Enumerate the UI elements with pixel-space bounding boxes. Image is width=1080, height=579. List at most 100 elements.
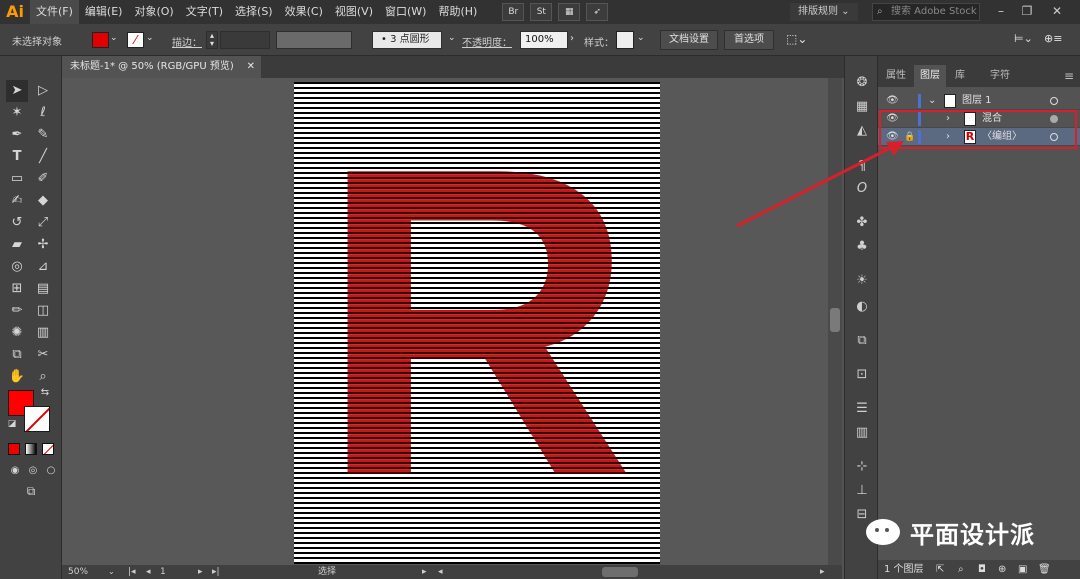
delete-icon[interactable]: 🗑 xyxy=(1038,560,1051,579)
workspace-switcher[interactable]: 排版规则 ⌄ xyxy=(790,3,858,21)
shaper-tool-icon[interactable]: ✍ xyxy=(6,190,28,212)
panel-menu-icon[interactable]: ≡ xyxy=(1060,65,1078,87)
eyedropper-tool-icon[interactable]: ✏ xyxy=(6,300,28,322)
stroke-dropdown-icon[interactable]: ⌄ xyxy=(146,33,154,43)
bridge-button[interactable]: Br xyxy=(502,3,525,21)
hand-tool-icon[interactable]: ✋ xyxy=(6,366,28,388)
image-trace-icon[interactable]: ◭ xyxy=(852,122,872,140)
mesh-tool-icon[interactable]: ⊞ xyxy=(6,278,28,300)
column-graph-tool-icon[interactable]: ▥ xyxy=(32,322,54,344)
opacity-label[interactable]: 不透明度： xyxy=(462,34,512,49)
transform-panel-icon[interactable]: ⊹ xyxy=(852,458,872,476)
fill-dropdown-icon[interactable]: ⌄ xyxy=(110,33,118,43)
menu-view[interactable]: 视图(V) xyxy=(329,0,379,24)
locate-object-icon[interactable]: ⌕ xyxy=(958,560,964,579)
tab-properties[interactable]: 属性 xyxy=(880,65,912,87)
direct-selection-tool-icon[interactable]: ▷ xyxy=(32,80,54,102)
blend-tool-icon[interactable]: ◫ xyxy=(32,300,54,322)
zoom-level[interactable]: 50% xyxy=(68,565,88,579)
gradient-panel-icon[interactable]: ▥ xyxy=(852,424,872,442)
brushes-icon[interactable]: ✤ xyxy=(852,214,872,232)
preferences-button[interactable]: 首选项 xyxy=(724,30,774,50)
screen-mode-icon[interactable]: ⧉ xyxy=(20,480,42,502)
select-similar-icon[interactable]: ⬚⌄ xyxy=(786,32,807,46)
fill-swatch[interactable] xyxy=(92,32,109,48)
menu-effect[interactable]: 效果(C) xyxy=(279,0,329,24)
layer-row-1[interactable]: 👁 ⌄ 图层 1 xyxy=(878,92,1080,110)
gpu-performance-icon[interactable]: ➶ xyxy=(586,3,609,21)
color-guide-icon[interactable]: ❂ xyxy=(852,74,872,92)
scale-tool-icon[interactable]: ⤢ xyxy=(32,212,54,234)
zoom-dropdown-icon[interactable]: ⌄ xyxy=(108,565,115,579)
menu-edit[interactable]: 编辑(E) xyxy=(79,0,129,24)
document-setup-button[interactable]: 文档设置 xyxy=(660,30,718,50)
menu-type[interactable]: 文字(T) xyxy=(180,0,229,24)
paragraph-icon[interactable]: ¶ xyxy=(852,158,872,176)
opacity-arrow-icon[interactable]: › xyxy=(570,33,574,44)
curvature-tool-icon[interactable]: ✎ xyxy=(32,124,54,146)
paintbrush-tool-icon[interactable]: ✐ xyxy=(32,168,54,190)
stock-button[interactable]: St xyxy=(530,3,553,21)
slice-tool-icon[interactable]: ✂ xyxy=(32,344,54,366)
menu-select[interactable]: 选择(S) xyxy=(229,0,279,24)
swap-colors-icon[interactable]: ⇆ xyxy=(38,386,52,400)
stroke-weight-stepper[interactable]: ▴ ▾ xyxy=(206,31,218,49)
none-mode-icon[interactable] xyxy=(42,443,54,455)
stock-search-input[interactable]: ⌕ 搜索 Adobe Stock xyxy=(872,3,980,21)
horizontal-scroll-thumb[interactable] xyxy=(602,567,638,577)
stroke-label[interactable]: 描边： xyxy=(172,34,202,49)
tab-layers[interactable]: 图层 xyxy=(914,65,946,87)
status-menu-icon[interactable]: ▸ xyxy=(422,565,427,579)
selection-tool-icon[interactable]: ➤ xyxy=(6,80,28,102)
symbols-icon[interactable]: ♣ xyxy=(852,238,872,256)
stroke-weight-field[interactable] xyxy=(220,31,270,49)
puppet-warp-tool-icon[interactable]: ✢ xyxy=(32,234,54,256)
stroke-color-box[interactable] xyxy=(24,406,50,432)
menu-object[interactable]: 对象(O) xyxy=(128,0,179,24)
perspective-grid-tool-icon[interactable]: ⊿ xyxy=(32,256,54,278)
export-icon[interactable]: ⇱ xyxy=(936,560,944,579)
symbol-sprayer-tool-icon[interactable]: ✺ xyxy=(6,322,28,344)
transform-icon[interactable]: ⊕≡ xyxy=(1044,32,1062,45)
appearance-icon[interactable]: ☀ xyxy=(852,272,872,290)
first-artboard-icon[interactable]: |◂ xyxy=(128,565,136,579)
collapse-chevron-icon[interactable]: ⌄ xyxy=(928,92,936,110)
scroll-thumb[interactable] xyxy=(830,308,840,332)
lasso-tool-icon[interactable]: ℓ xyxy=(32,102,54,124)
minimize-button[interactable]: – xyxy=(988,2,1014,20)
opentype-icon[interactable]: O xyxy=(852,180,872,198)
gradient-mode-icon[interactable] xyxy=(25,443,37,455)
last-artboard-icon[interactable]: ▸| xyxy=(212,565,220,579)
line-tool-icon[interactable]: ╱ xyxy=(32,146,54,168)
stroke-panel-icon[interactable]: ☰ xyxy=(852,400,872,418)
visibility-eye-icon[interactable]: 👁 xyxy=(886,92,899,110)
style-swatch[interactable] xyxy=(616,31,634,49)
close-tab-icon[interactable]: ✕ xyxy=(247,56,255,78)
brush-dropdown-icon[interactable]: ⌄ xyxy=(448,33,456,43)
new-sublayer-icon[interactable]: ⊕ xyxy=(998,560,1006,579)
width-tool-icon[interactable]: ▰ xyxy=(6,234,28,256)
eraser-tool-icon[interactable]: ◆ xyxy=(32,190,54,212)
pen-tool-icon[interactable]: ✒ xyxy=(6,124,28,146)
magic-wand-tool-icon[interactable]: ✶ xyxy=(6,102,28,124)
tab-libraries[interactable]: 库 xyxy=(948,65,972,87)
rectangle-tool-icon[interactable]: ▭ xyxy=(6,168,28,190)
default-colors-icon[interactable]: ◪ xyxy=(6,418,18,430)
draw-inside-icon[interactable]: ○ xyxy=(40,460,62,482)
scroll-left-icon[interactable]: ◂ xyxy=(438,565,443,579)
stroke-swatch[interactable]: ⁄ xyxy=(127,32,144,48)
graphic-styles-icon[interactable]: ◐ xyxy=(852,298,872,316)
align-panel-icon[interactable]: ⊥ xyxy=(852,482,872,500)
clipping-mask-icon[interactable]: ◘ xyxy=(978,560,986,579)
tab-character[interactable]: 字符 xyxy=(982,65,1018,87)
next-artboard-icon[interactable]: ▸ xyxy=(198,565,203,579)
brush-definition[interactable]: • 3 点圆形 xyxy=(372,31,442,49)
links-icon[interactable]: ⊡ xyxy=(852,366,872,384)
type-tool-icon[interactable]: T xyxy=(6,146,28,168)
menu-file[interactable]: 文件(F) xyxy=(30,0,79,24)
rotate-tool-icon[interactable]: ↺ xyxy=(6,212,28,234)
document-tab[interactable]: 未标题-1* @ 50% (RGB/GPU 预览) ✕ xyxy=(62,56,262,78)
artboard-number[interactable]: 1 xyxy=(160,565,166,579)
menu-window[interactable]: 窗口(W) xyxy=(379,0,432,24)
shape-builder-tool-icon[interactable]: ◎ xyxy=(6,256,28,278)
